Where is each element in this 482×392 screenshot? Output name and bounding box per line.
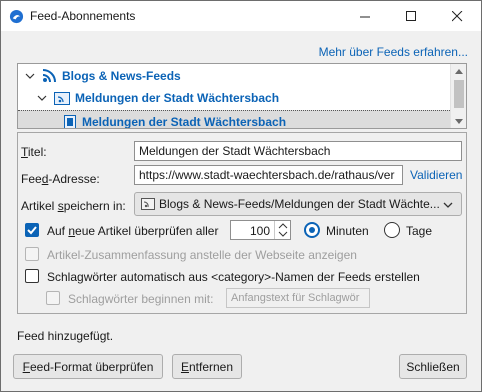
chevron-down-icon <box>443 198 453 212</box>
days-radio[interactable] <box>384 222 400 238</box>
store-articles-label: Artikel speichern in: <box>21 199 126 213</box>
scroll-up-arrow-icon[interactable] <box>451 64 466 78</box>
title-field[interactable]: Meldungen der Stadt Wächtersbach <box>134 141 462 161</box>
feed-tree: Blogs & News-Feeds Meldungen der Stadt W… <box>17 63 467 129</box>
minimize-button[interactable] <box>342 1 388 31</box>
check-new-articles-label: Auf neue Artikel überprüfen aller <box>47 224 219 238</box>
rss-icon <box>42 69 56 83</box>
validate-link[interactable]: Validieren <box>410 168 462 182</box>
feed-folder-icon <box>141 198 155 210</box>
store-folder-select[interactable]: Blogs & News-Feeds/Meldungen der Stadt W… <box>134 192 462 216</box>
minutes-label: Minuten <box>326 224 369 238</box>
chevron-down-icon[interactable] <box>36 92 48 104</box>
close-icon <box>451 10 462 21</box>
close-button[interactable]: Schließen <box>399 354 467 379</box>
check-interval-value: 100 <box>249 224 270 238</box>
auto-tags-label: Schlagwörter automatisch aus <category>-… <box>47 270 420 284</box>
stepper-arrows[interactable] <box>274 221 290 239</box>
store-folder-value: Blogs & News-Feeds/Meldungen der Stadt W… <box>159 197 440 211</box>
title-label: Titel: <box>21 145 47 159</box>
feed-folder-icon <box>54 92 70 105</box>
learn-more-link[interactable]: Mehr über Feeds erfahren... <box>319 45 468 59</box>
tag-prefix-checkbox[interactable] <box>46 291 60 305</box>
checkmark-icon <box>27 226 37 235</box>
tag-prefix-label: Schlagwörter beginnen mit: <box>68 292 214 306</box>
tree-item-feed-selected[interactable]: Meldungen der Stadt Wächtersbach <box>18 110 450 129</box>
remove-button[interactable]: Entfernen <box>172 354 242 379</box>
tree-item-account[interactable]: Blogs & News-Feeds <box>18 65 181 87</box>
minutes-radio[interactable] <box>304 222 320 238</box>
title-bar: Feed-Abonnements <box>1 1 481 31</box>
feed-address-label: Feed-Adresse: <box>21 172 100 186</box>
scrollbar-thumb[interactable] <box>454 80 464 108</box>
maximize-button[interactable] <box>388 1 434 31</box>
feed-subscriptions-dialog: Feed-Abonnements Mehr über Feeds erfahre… <box>0 0 482 392</box>
tree-item-label: Blogs & News-Feeds <box>62 69 181 83</box>
feed-item-icon <box>64 114 76 128</box>
tree-item-label: Meldungen der Stadt Wächtersbach <box>75 91 280 105</box>
check-interval-stepper[interactable]: 100 <box>230 220 291 240</box>
close-window-button[interactable] <box>434 1 480 31</box>
feed-address-field[interactable]: https://www.stadt-waechtersbach.de/ratha… <box>134 165 403 185</box>
status-message: Feed hinzugefügt. <box>17 329 114 343</box>
days-label: Tage <box>406 224 433 238</box>
auto-tags-checkbox[interactable] <box>25 269 39 283</box>
minimize-icon <box>359 16 370 17</box>
tree-item-folder[interactable]: Meldungen der Stadt Wächtersbach <box>18 87 279 109</box>
thunderbird-app-icon <box>9 9 24 24</box>
maximize-icon <box>405 10 416 21</box>
stepper-arrows-icon <box>278 223 288 237</box>
show-summary-checkbox[interactable] <box>25 247 39 261</box>
tree-item-label: Meldungen der Stadt Wächtersbach <box>82 114 287 129</box>
show-summary-label: Artikel-Zusammenfassung anstelle der Web… <box>47 248 357 262</box>
chevron-down-icon[interactable] <box>24 70 36 82</box>
tag-prefix-field[interactable]: Anfangstext für Schlagwör <box>226 288 370 308</box>
check-feed-format-button[interactable]: Feed-Format überprüfen <box>13 354 163 379</box>
feed-properties-panel: Titel: Meldungen der Stadt Wächtersbach … <box>17 132 467 314</box>
tree-scrollbar[interactable] <box>450 64 466 128</box>
scroll-down-arrow-icon[interactable] <box>451 114 466 128</box>
window-title: Feed-Abonnements <box>30 9 136 23</box>
check-new-articles-checkbox[interactable] <box>25 223 39 237</box>
